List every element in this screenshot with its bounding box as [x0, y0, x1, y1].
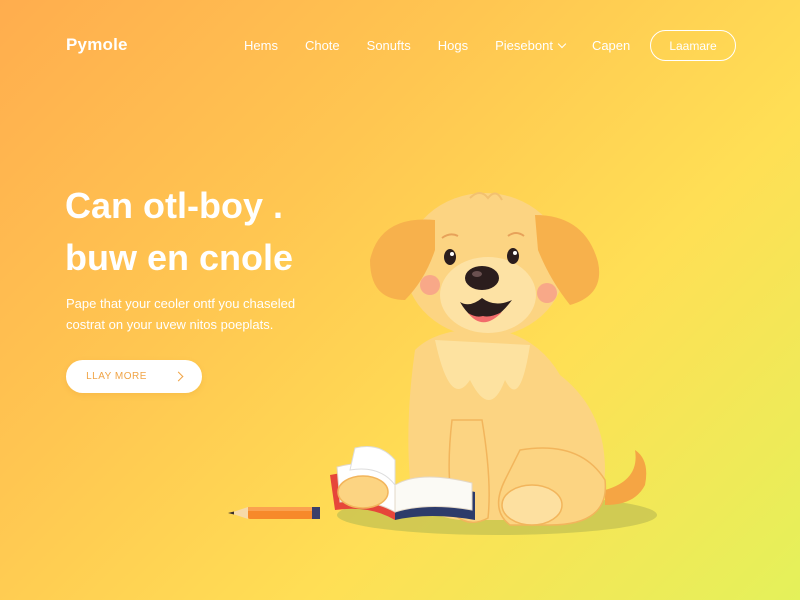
puppy-nose: [465, 266, 499, 290]
nav-item-label: Sonufts: [366, 38, 411, 53]
puppy-eye-right: [507, 248, 519, 264]
chevron-down-icon: [557, 39, 567, 49]
header-cta-label: Laamare: [669, 38, 717, 53]
nav-item-label: Piesebont: [495, 38, 553, 53]
chevron-right-icon: [173, 371, 184, 382]
puppy-paw: [501, 484, 563, 526]
nav-item-label: Hogs: [437, 38, 469, 53]
nav-item-4[interactable]: Hogs: [438, 38, 468, 53]
nav-item-6[interactable]: Capen: [592, 38, 630, 53]
header-cta-button[interactable]: Laamare: [650, 30, 736, 61]
hero-cta-button[interactable]: LLAY MORE: [66, 360, 202, 393]
brand-logo[interactable]: Pymole: [66, 35, 128, 55]
main-nav: Hems Chote Sonufts Hogs Piesebont Capen: [244, 38, 657, 53]
nav-item-label: Chote: [304, 38, 340, 53]
nav-item-3[interactable]: Sonufts: [367, 38, 411, 53]
nav-item-2[interactable]: Chote: [305, 38, 340, 53]
nav-item-5-dropdown[interactable]: Piesebont: [495, 38, 567, 53]
hero-cta-label: LLAY MORE: [86, 371, 147, 382]
nav-item-label: Hems: [244, 38, 278, 53]
puppy-paw-left: [337, 475, 389, 509]
landing-page: Pymole Hems Chote Sonufts Hogs Piesebont…: [0, 0, 800, 600]
puppy-eye-left: [444, 249, 456, 265]
puppy-tail: [605, 450, 647, 505]
nav-item-label: Capen: [591, 38, 631, 53]
pencil-illustration: [228, 507, 320, 519]
nav-item-1[interactable]: Hems: [244, 38, 278, 53]
puppy-illustration: [228, 192, 657, 535]
